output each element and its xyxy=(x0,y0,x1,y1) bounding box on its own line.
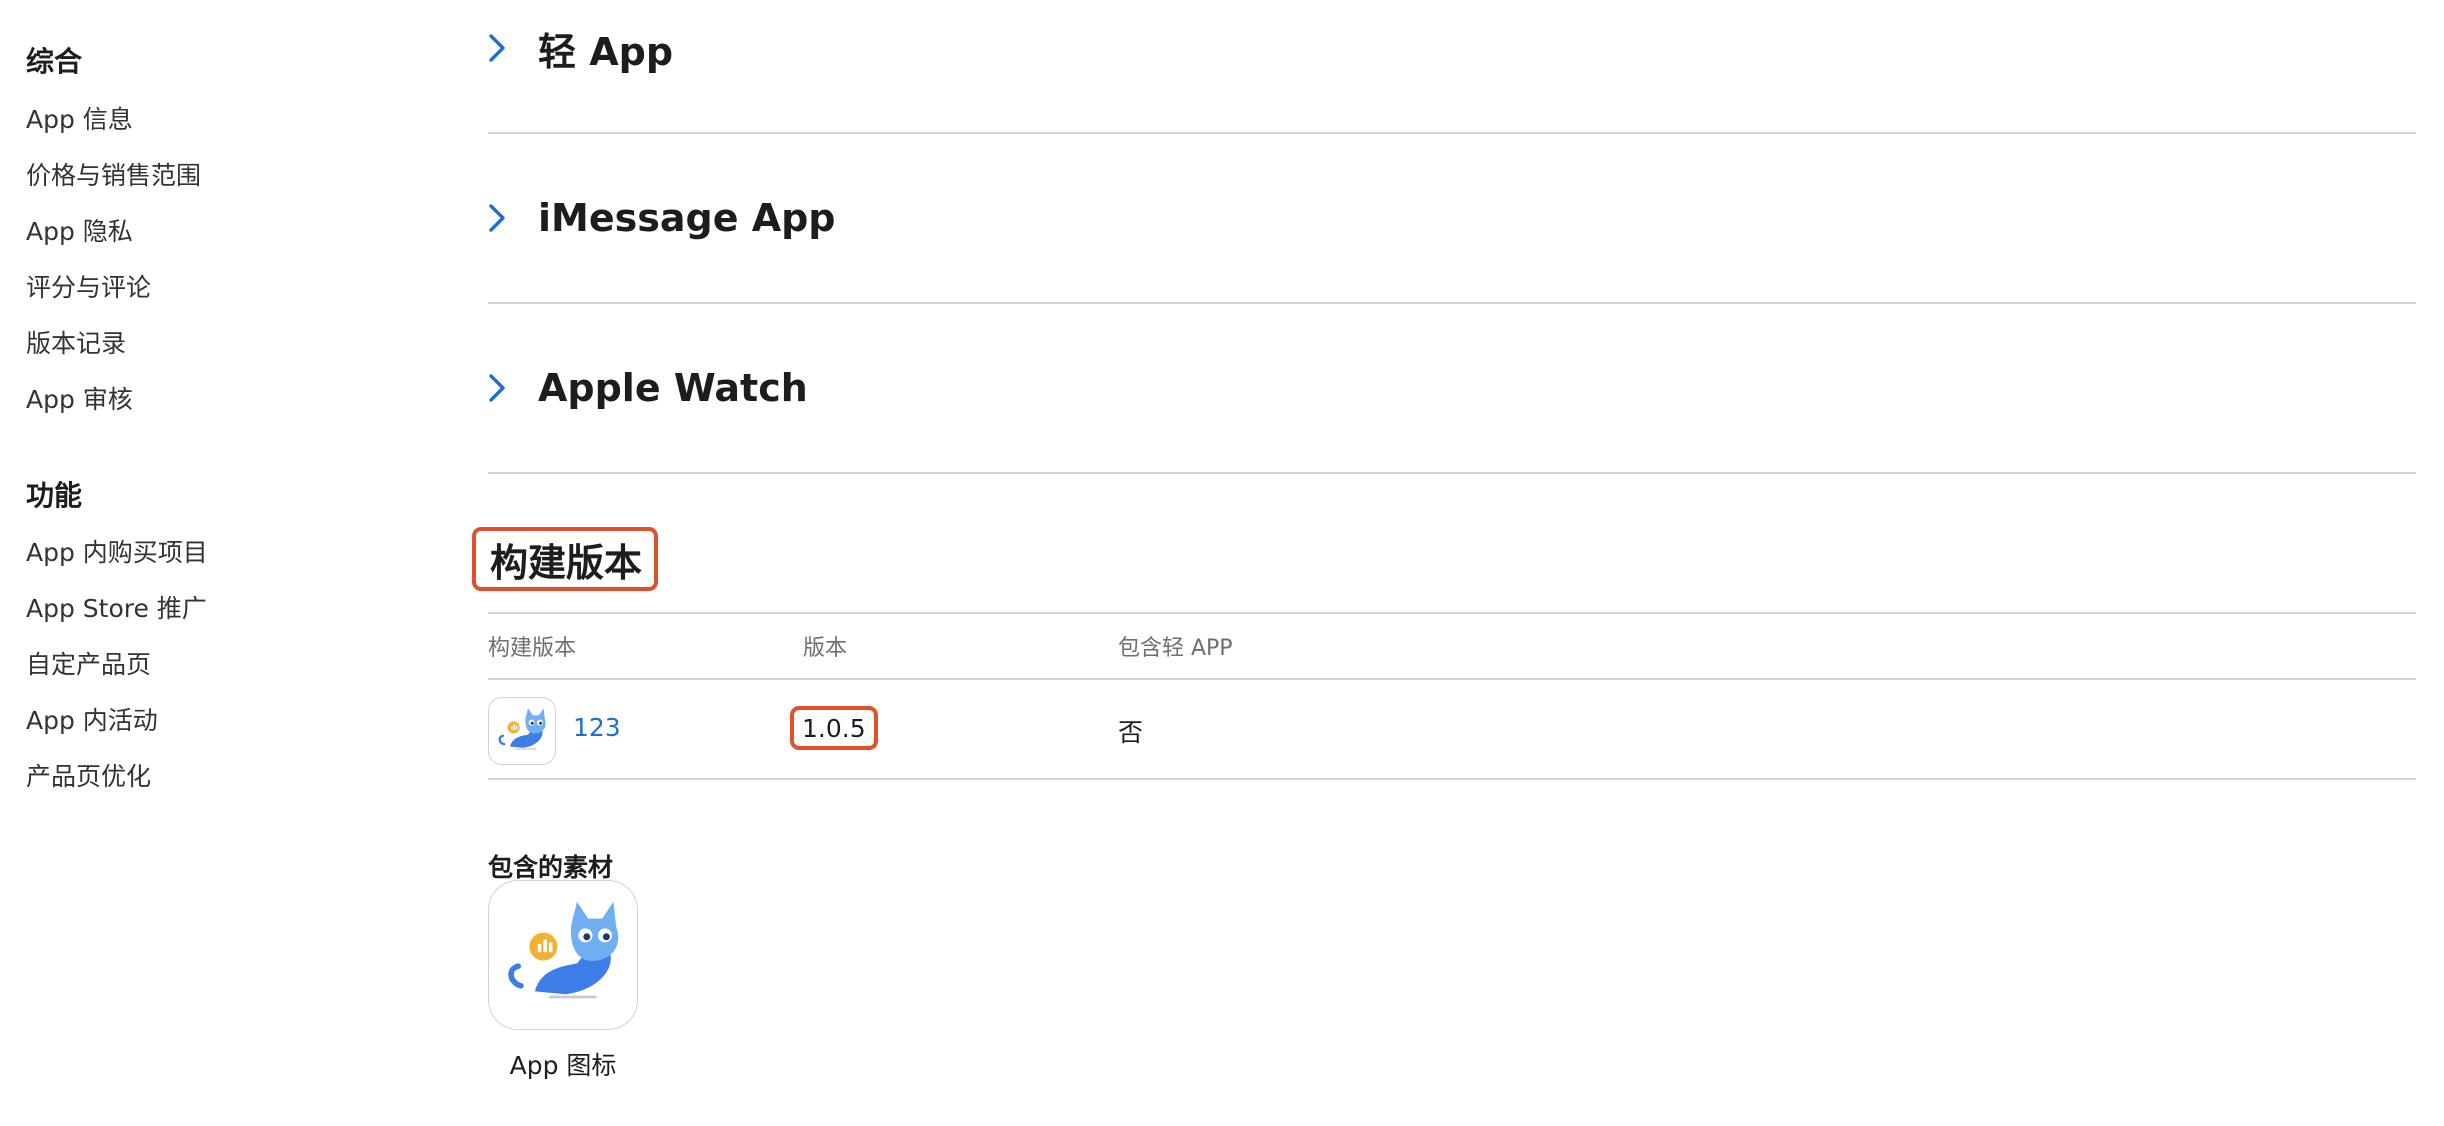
chevron-right-icon xyxy=(488,371,522,405)
sidebar-item-app-review[interactable]: App 审核 xyxy=(26,380,133,416)
sidebar-item-store-promotion[interactable]: App Store 推广 xyxy=(26,589,207,625)
section-title: 轻 App xyxy=(538,29,674,74)
sidebar-section-general: 综合 xyxy=(26,45,83,78)
section-apple-watch-toggle[interactable]: Apple Watch xyxy=(488,358,808,418)
sidebar-item-pricing[interactable]: 价格与销售范围 xyxy=(26,156,201,192)
sidebar-section-features: 功能 xyxy=(26,479,83,512)
section-title: iMessage App xyxy=(538,196,836,240)
asset-caption: App 图标 xyxy=(509,1051,617,1080)
app-cat-icon[interactable] xyxy=(488,880,638,1030)
sidebar-item-version-history[interactable]: 版本记录 xyxy=(26,324,126,360)
assets-title: 包含的素材 xyxy=(488,853,614,882)
section-title: Apple Watch xyxy=(538,366,808,410)
sidebar-item-in-app-events[interactable]: App 内活动 xyxy=(26,701,158,737)
sidebar-item-ratings[interactable]: 评分与评论 xyxy=(26,268,151,304)
divider xyxy=(488,472,2416,474)
column-header-includes-clip: 包含轻 APP xyxy=(1118,636,1233,661)
section-app-clip-toggle[interactable]: 轻 App xyxy=(488,18,673,78)
version-value: 1.0.5 xyxy=(790,706,878,750)
divider xyxy=(488,132,2416,134)
sidebar-item-app-info[interactable]: App 信息 xyxy=(26,100,133,136)
main-content: 轻 App iMessage App Apple Watch 构建版本 构建版本… xyxy=(472,0,2416,1126)
divider xyxy=(488,678,2416,680)
sidebar-item-product-page-optimization[interactable]: 产品页优化 xyxy=(26,757,151,793)
column-header-build: 构建版本 xyxy=(488,636,577,661)
chevron-right-icon xyxy=(488,31,522,65)
build-number-link[interactable]: 123 xyxy=(573,713,621,742)
divider xyxy=(488,778,2416,780)
sidebar-item-in-app-purchases[interactable]: App 内购买项目 xyxy=(26,533,208,569)
sidebar-item-privacy[interactable]: App 隐私 xyxy=(26,212,133,248)
section-imessage-toggle[interactable]: iMessage App xyxy=(488,188,836,248)
app-cat-icon xyxy=(488,697,556,765)
column-header-version: 版本 xyxy=(803,636,848,661)
builds-heading: 构建版本 xyxy=(472,527,659,591)
chevron-right-icon xyxy=(488,201,522,235)
sidebar-item-custom-product-pages[interactable]: 自定产品页 xyxy=(26,645,151,681)
includes-clip-value: 否 xyxy=(1118,718,1144,747)
divider xyxy=(488,302,2416,304)
divider xyxy=(488,612,2416,614)
